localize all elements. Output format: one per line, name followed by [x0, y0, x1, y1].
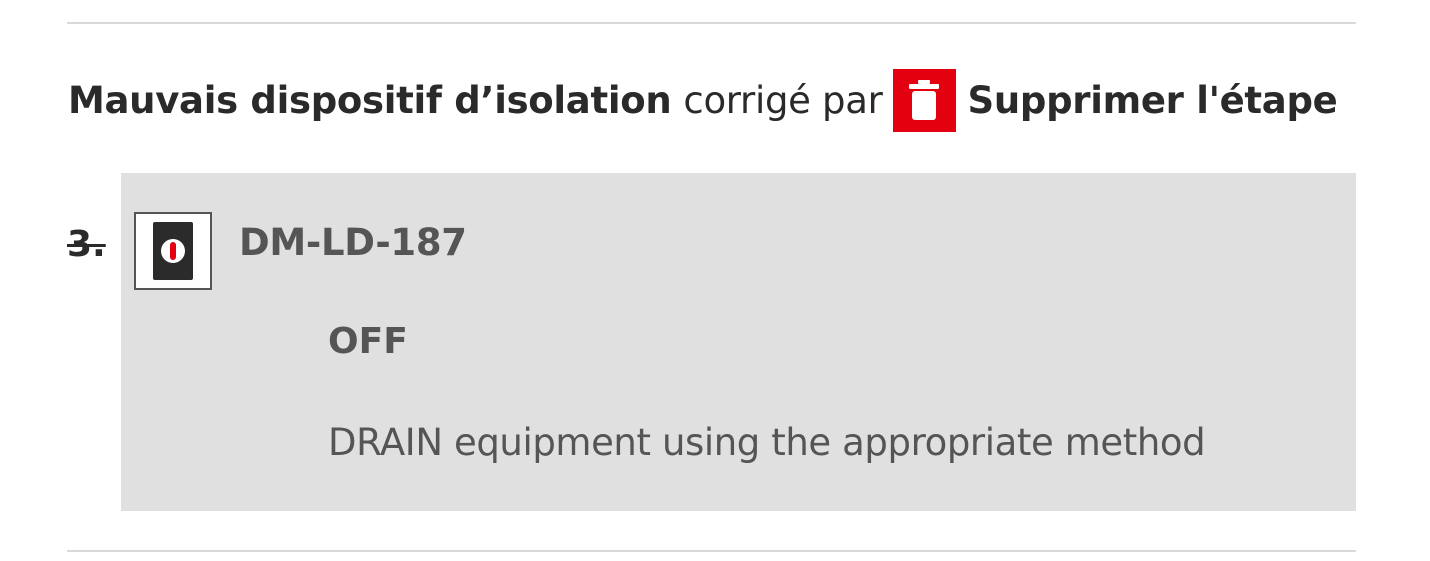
issue-title: Mauvais dispositif d’isolation: [68, 78, 672, 122]
top-divider: [67, 22, 1356, 24]
action-label: Supprimer l'étape: [967, 78, 1338, 122]
switch-off-icon: [134, 212, 212, 290]
step-number: 3.: [67, 224, 106, 265]
correction-view: Mauvais dispositif d’isolation corrigé p…: [0, 0, 1430, 561]
trash-icon: [892, 68, 956, 132]
bottom-divider: [67, 550, 1356, 552]
connector-text: corrigé par: [683, 78, 883, 122]
device-id: DM-LD-187: [239, 221, 467, 264]
step-panel: DM-LD-187 OFF DRAIN equipment using the …: [121, 173, 1356, 511]
device-state: OFF: [328, 321, 408, 362]
step-instruction: DRAIN equipment using the appropriate me…: [328, 421, 1206, 464]
correction-header: Mauvais dispositif d’isolation corrigé p…: [68, 68, 1338, 132]
